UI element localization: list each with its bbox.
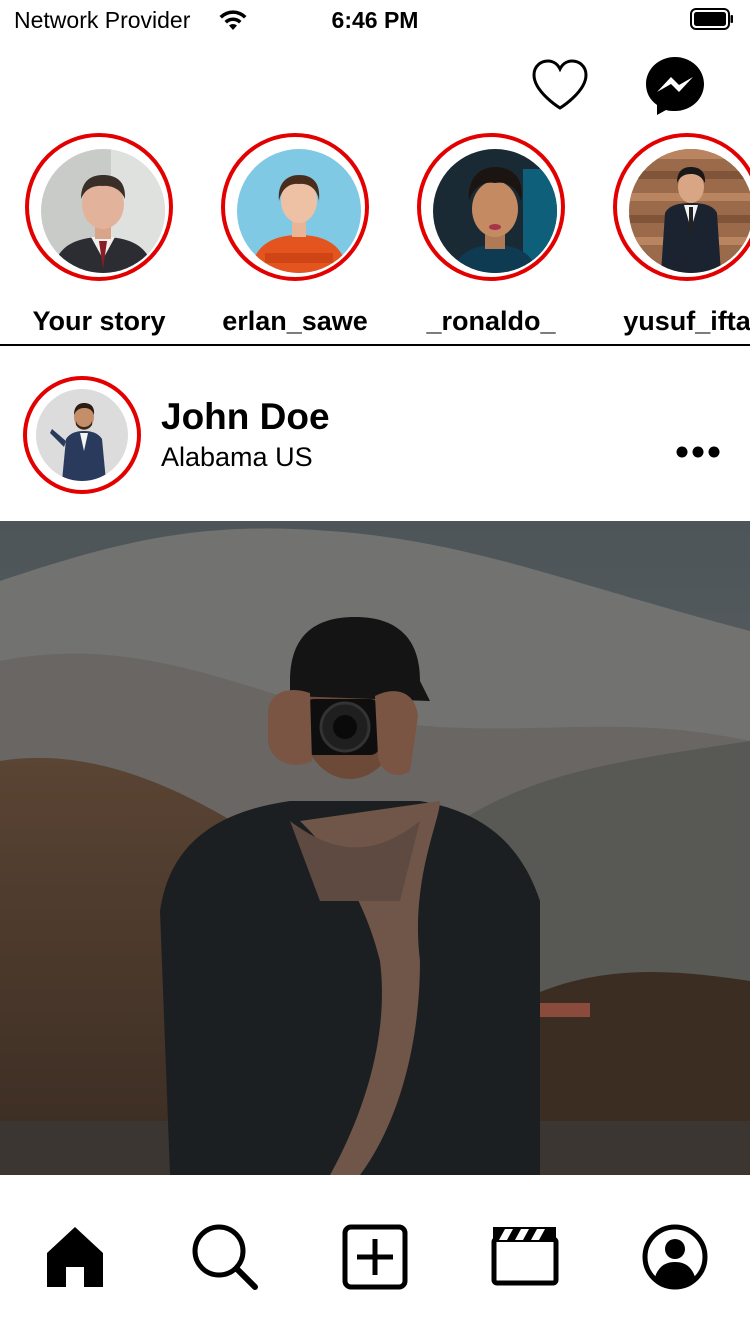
post-author-avatar [36,389,128,481]
tab-reels[interactable] [485,1217,565,1297]
tab-add-post[interactable] [335,1217,415,1297]
story-avatar [237,149,361,273]
post-image[interactable] [0,521,750,1175]
stories-row: Your story erlan_sawe _ronaldo_ yusuf_if… [0,130,750,344]
story-username: Your story [32,306,166,336]
search-icon [192,1224,258,1290]
post-header: John Doe Alabama US [0,374,750,494]
top-bar [0,50,750,120]
story-ring [221,133,369,281]
post-location[interactable]: Alabama US [161,442,313,473]
reels-icon [491,1227,559,1286]
story-ring [417,133,565,281]
story-item[interactable]: Your story [22,130,182,344]
story-username: erlan_sawe [222,306,368,336]
tab-bar [0,1175,750,1334]
tab-profile[interactable] [635,1217,715,1297]
story-item[interactable]: yusuf_ifta [610,130,750,344]
story-item[interactable]: erlan_sawe [218,130,378,344]
story-ring [613,133,750,281]
add-post-icon [342,1224,408,1290]
post-author-avatar-ring[interactable] [23,376,141,494]
status-time: 6:46 PM [331,7,419,33]
status-bar: Network Provider 6:46 PM [0,0,750,40]
post-author-name[interactable]: John Doe [161,396,330,438]
tab-home[interactable] [35,1217,115,1297]
story-item[interactable]: _ronaldo_ [414,130,574,344]
profile-icon [642,1224,708,1290]
stories-divider [0,344,750,346]
more-horizontal-icon[interactable] [668,434,728,474]
story-ring [25,133,173,281]
battery-icon [690,8,733,30]
heart-icon[interactable] [530,58,590,114]
home-icon [47,1227,103,1287]
story-username: yusuf_ifta [623,306,750,336]
tab-search[interactable] [185,1217,265,1297]
story-avatar [433,149,557,273]
story-avatar [41,149,165,273]
story-avatar [629,149,750,273]
messenger-icon[interactable] [644,55,706,117]
story-username: _ronaldo_ [426,306,556,336]
